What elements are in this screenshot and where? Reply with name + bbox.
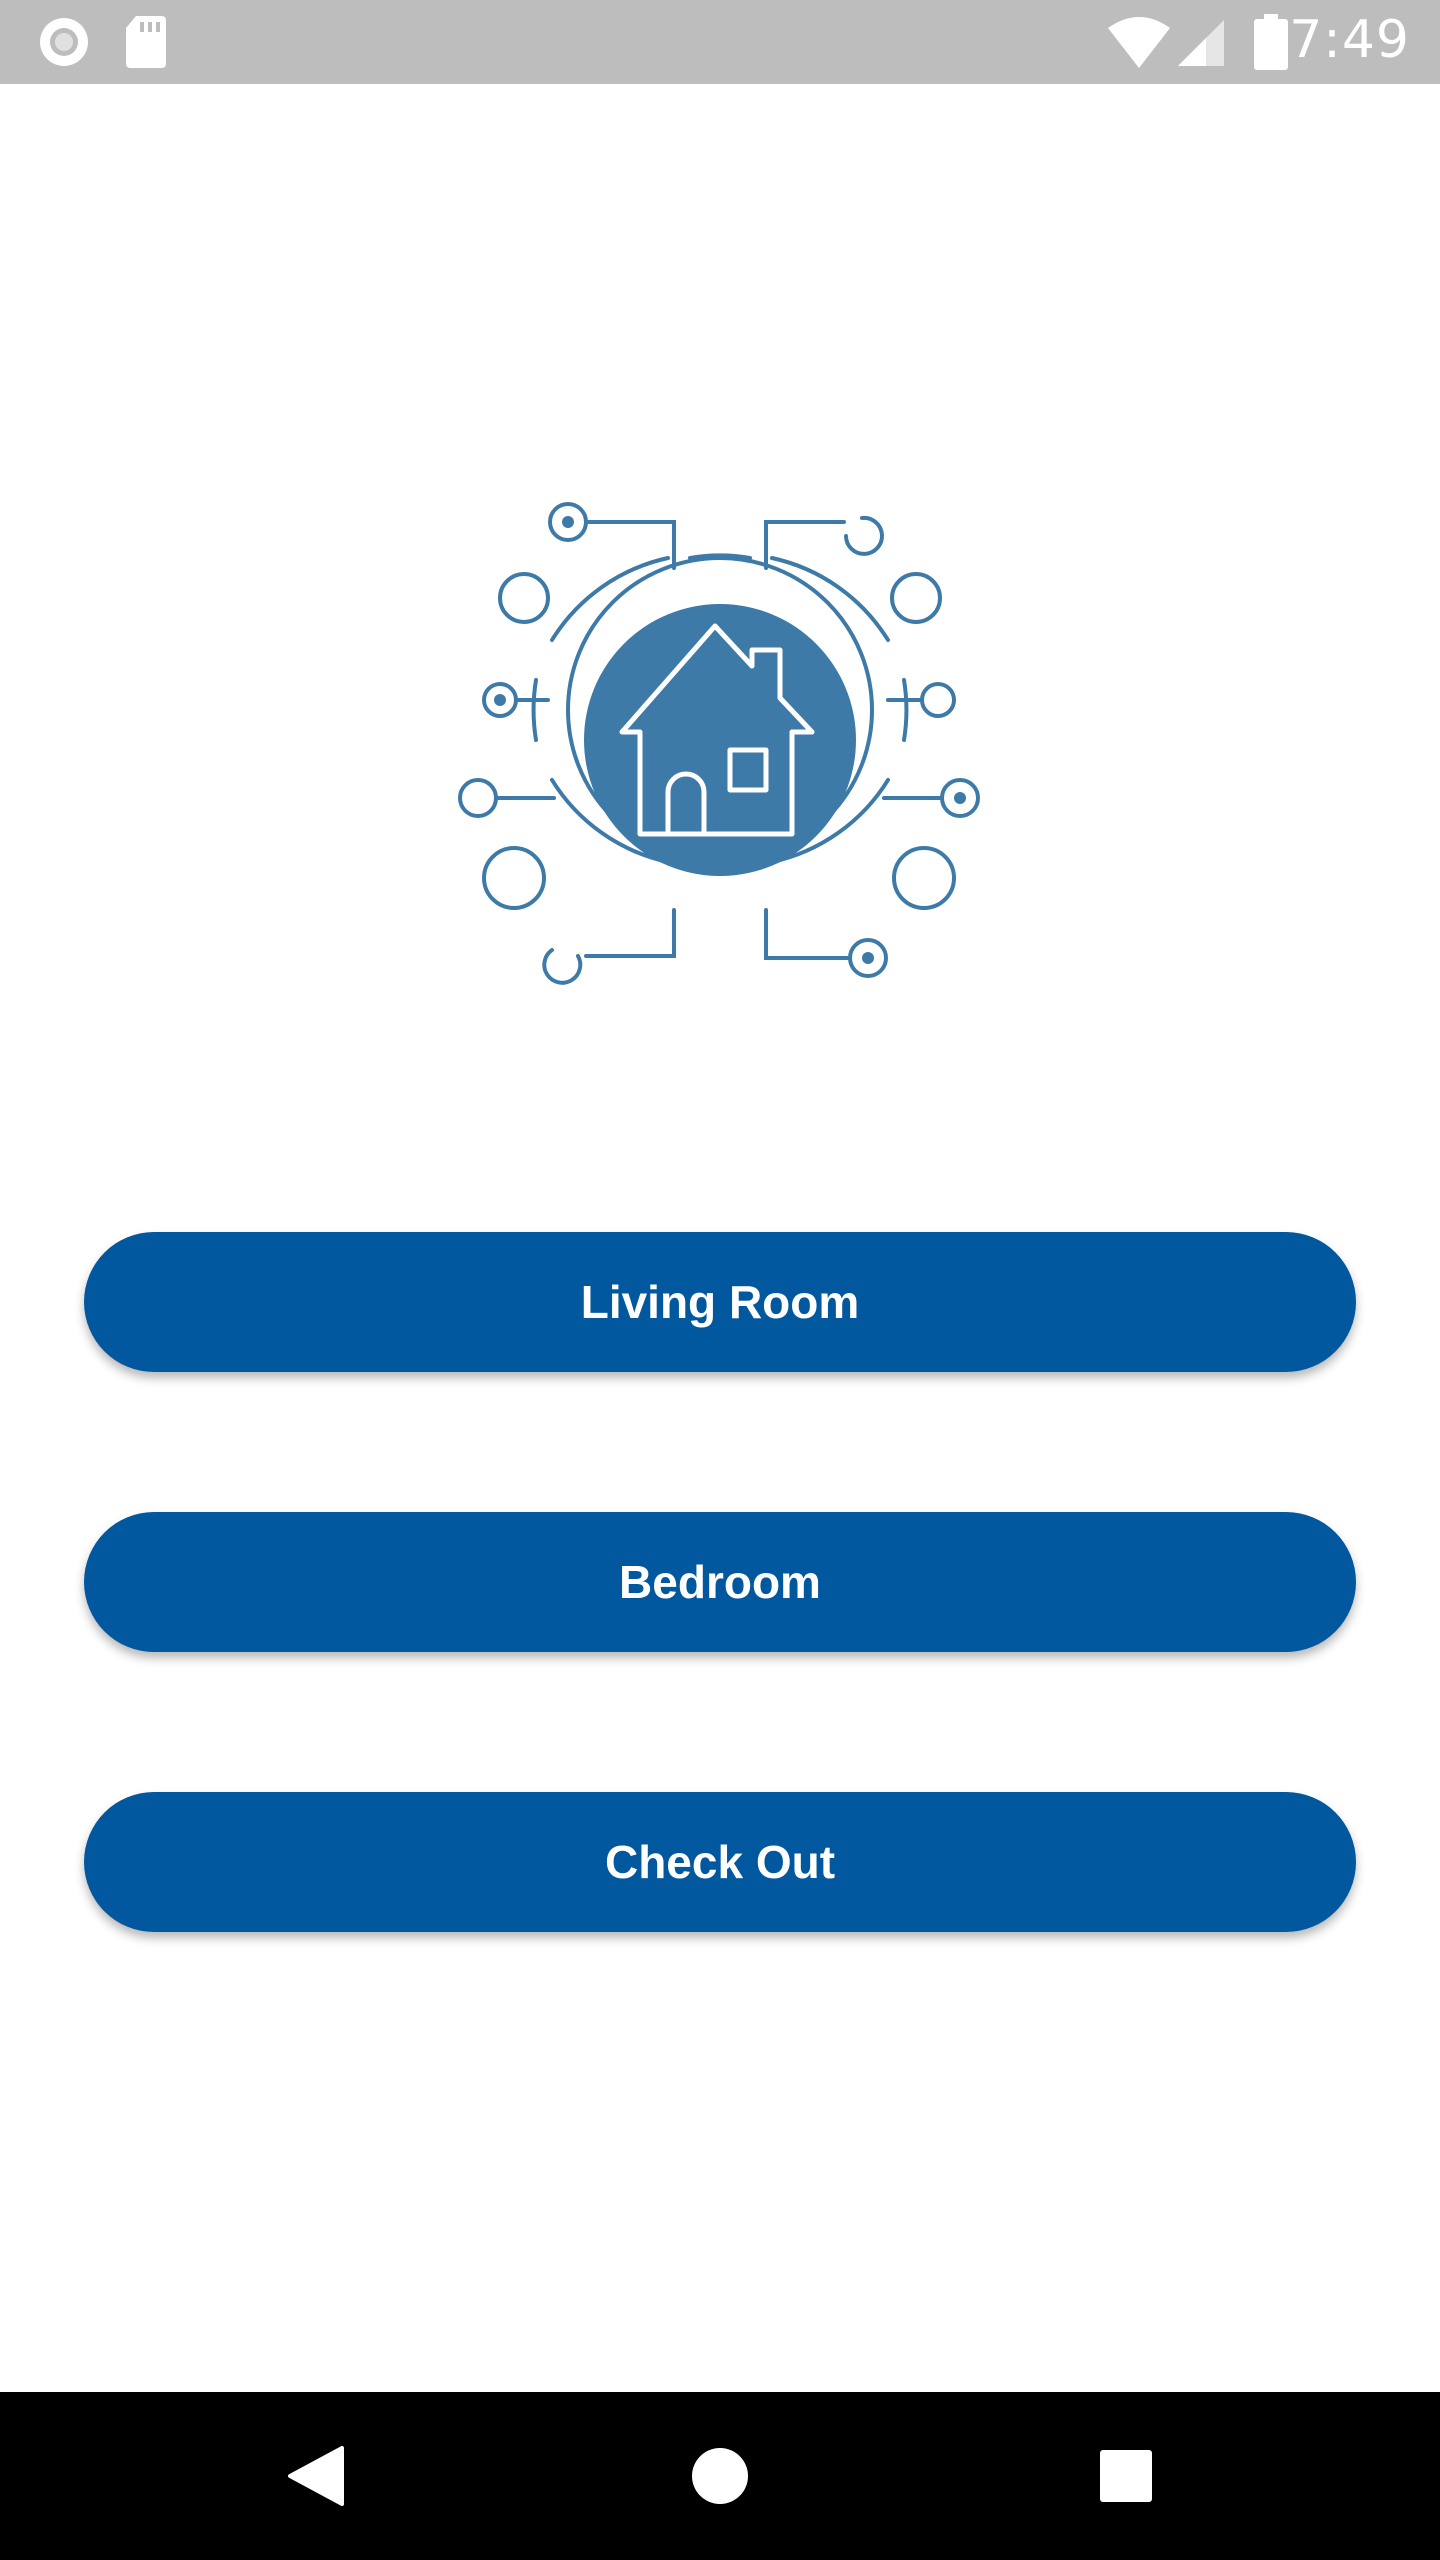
home-icon bbox=[692, 2448, 748, 2504]
check-out-button[interactable]: Check Out bbox=[84, 1792, 1356, 1932]
status-bar: 7:49 bbox=[0, 0, 1440, 84]
wifi-icon bbox=[1106, 14, 1172, 75]
smart-home-circuit-icon bbox=[458, 502, 980, 985]
status-time: 7:49 bbox=[1289, 10, 1410, 70]
record-icon bbox=[36, 14, 92, 75]
sd-card-icon bbox=[124, 14, 168, 75]
back-icon bbox=[288, 2446, 344, 2506]
battery-icon bbox=[1254, 14, 1288, 75]
bedroom-button[interactable]: Bedroom bbox=[84, 1512, 1356, 1652]
signal-icon bbox=[1176, 18, 1226, 73]
home-button[interactable] bbox=[620, 2392, 820, 2560]
recents-icon bbox=[1100, 2450, 1152, 2502]
living-room-button[interactable]: Living Room bbox=[84, 1232, 1356, 1372]
smart-home-logo bbox=[440, 480, 1000, 1010]
navigation-bar bbox=[0, 2392, 1440, 2560]
recents-button[interactable] bbox=[1026, 2392, 1226, 2560]
back-button[interactable] bbox=[216, 2392, 416, 2560]
screen: 7:49 Living Room Bedroom Check Out bbox=[0, 0, 1440, 2560]
